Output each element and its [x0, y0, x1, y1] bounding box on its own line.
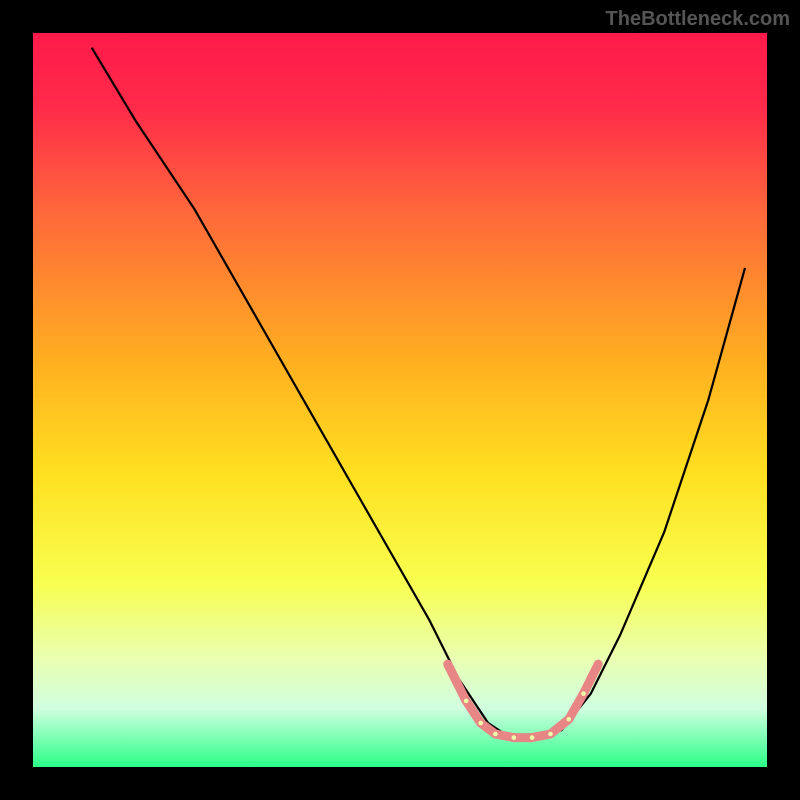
- bottleneck-chart: [0, 0, 800, 800]
- plot-background: [33, 33, 767, 767]
- watermark: TheBottleneck.com: [606, 8, 790, 31]
